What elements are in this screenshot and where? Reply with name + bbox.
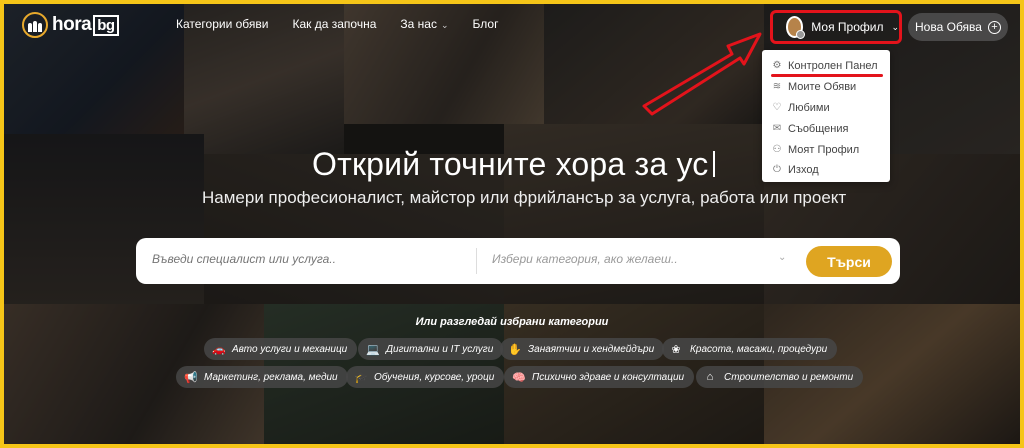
chip-label: Авто услуги и механици [232, 343, 348, 355]
user-icon: ⚇ [772, 143, 782, 155]
page-frame: hora bg Категории обяви Как да започна За… [4, 4, 1020, 444]
chip-label: Красота, масажи, процедури [690, 343, 828, 355]
logo-text: hora bg [52, 14, 119, 36]
category-chip-auto[interactable]: 🚗 Авто услуги и механици [204, 338, 358, 360]
avatar [786, 16, 806, 39]
site-logo[interactable]: hora bg [22, 12, 119, 38]
megaphone-icon: 📢 [184, 371, 198, 384]
status-dot [796, 30, 806, 39]
menu-item-logout[interactable]: ⏻ Изход [762, 160, 890, 181]
heart-icon: ♡ [772, 101, 782, 113]
category-chip-marketing[interactable]: 📢 Маркетинг, реклама, медии [176, 366, 348, 388]
profile-label: Моя Профил [811, 20, 884, 34]
chip-label: Психично здраве и консултации [532, 371, 685, 383]
chip-label: Дигитални и IT услуги [386, 343, 494, 355]
envelope-icon: ✉ [772, 122, 782, 134]
category-chip-education[interactable]: 🎓 Обучения, курсове, уроци [346, 366, 505, 388]
chip-label: Занаятчии и хендмейдъри [528, 343, 655, 355]
laptop-icon: 💻 [366, 343, 380, 356]
categories-heading: Или разгледай избрани категории [415, 316, 609, 328]
nav-item-how-to-start[interactable]: Как да започна [293, 17, 377, 31]
house-tools-icon: ⌂ [706, 371, 714, 383]
menu-item-my-profile[interactable]: ⚇ Моят Профил [762, 139, 890, 160]
red-arrow-annotation-icon [642, 32, 762, 116]
people-logo-icon [22, 12, 48, 38]
typing-cursor [712, 151, 715, 177]
hands-icon: ✋ [508, 343, 522, 356]
menu-item-my-ads[interactable]: ≋ Моите Обяви [762, 77, 890, 98]
search-bar: Избери категория, ако желаеш.. ⌄ Търси [136, 238, 900, 284]
menu-item-label: Моят Профил [788, 143, 860, 156]
menu-item-label: Любими [788, 101, 830, 114]
gear-icon: ⚙ [772, 60, 782, 72]
menu-item-messages[interactable]: ✉ Съобщения [762, 118, 890, 139]
search-divider [476, 248, 477, 274]
category-chip-construction[interactable]: ⌂ Строителство и ремонти [696, 366, 864, 388]
category-chip-mental-health[interactable]: 🧠 Психично здраве и консултации [504, 366, 695, 388]
category-select[interactable]: Избери категория, ако желаеш.. [492, 252, 678, 266]
lotus-icon: ❀ [671, 343, 681, 356]
red-underline-annotation [771, 74, 883, 77]
chip-label: Строителство и ремонти [724, 371, 854, 383]
car-icon: 🚗 [212, 343, 226, 356]
new-ad-label: Нова Обява [915, 20, 982, 34]
chevron-down-icon[interactable]: ⌄ [778, 252, 786, 263]
search-button[interactable]: Търси [806, 246, 892, 277]
main-nav: Категории обяви Как да започна За нас ⌄ Б… [176, 17, 498, 31]
chevron-down-icon: ⌄ [891, 21, 899, 32]
hero-title: Открий точните хора за ус [312, 146, 715, 183]
search-input[interactable] [152, 252, 472, 266]
menu-item-favorites[interactable]: ♡ Любими [762, 98, 890, 119]
graduation-cap-icon: 🎓 [354, 371, 368, 384]
new-ad-button[interactable]: Нова Обява + [908, 13, 1008, 41]
menu-item-label: Контролен Панел [788, 60, 878, 73]
menu-item-label: Изход [788, 164, 819, 177]
nav-item-categories[interactable]: Категории обяви [176, 17, 269, 31]
my-profile-button[interactable]: Моя Профил ⌄ [770, 10, 902, 44]
category-chip-craftsmen[interactable]: ✋ Занаятчии и хендмейдъри [500, 338, 665, 360]
category-chip-beauty[interactable]: ❀ Красота, масажи, процедури [662, 338, 838, 360]
chevron-down-icon: ⌄ [440, 20, 449, 30]
nav-item-blog[interactable]: Блог [473, 17, 499, 31]
nav-item-about[interactable]: За нас ⌄ [400, 17, 448, 31]
profile-dropdown-menu: ⚙ Контролен Панел ≋ Моите Обяви ♡ Любими… [762, 50, 890, 182]
plus-circle-icon: + [987, 20, 1001, 34]
menu-item-label: Моите Обяви [788, 81, 857, 94]
category-chip-digital-it[interactable]: 💻 Дигитални и IT услуги [358, 338, 504, 360]
hero-subtitle: Намери професионалист, майстор или фрийл… [202, 188, 847, 207]
top-navigation-bar: hora bg Категории обяви Как да започна За… [4, 4, 1020, 44]
brain-icon: 🧠 [512, 371, 526, 384]
layers-icon: ≋ [772, 81, 782, 93]
menu-item-label: Съобщения [788, 122, 849, 135]
power-icon: ⏻ [773, 164, 781, 176]
chip-label: Маркетинг, реклама, медии [204, 371, 338, 383]
chip-label: Обучения, курсове, уроци [374, 371, 495, 383]
